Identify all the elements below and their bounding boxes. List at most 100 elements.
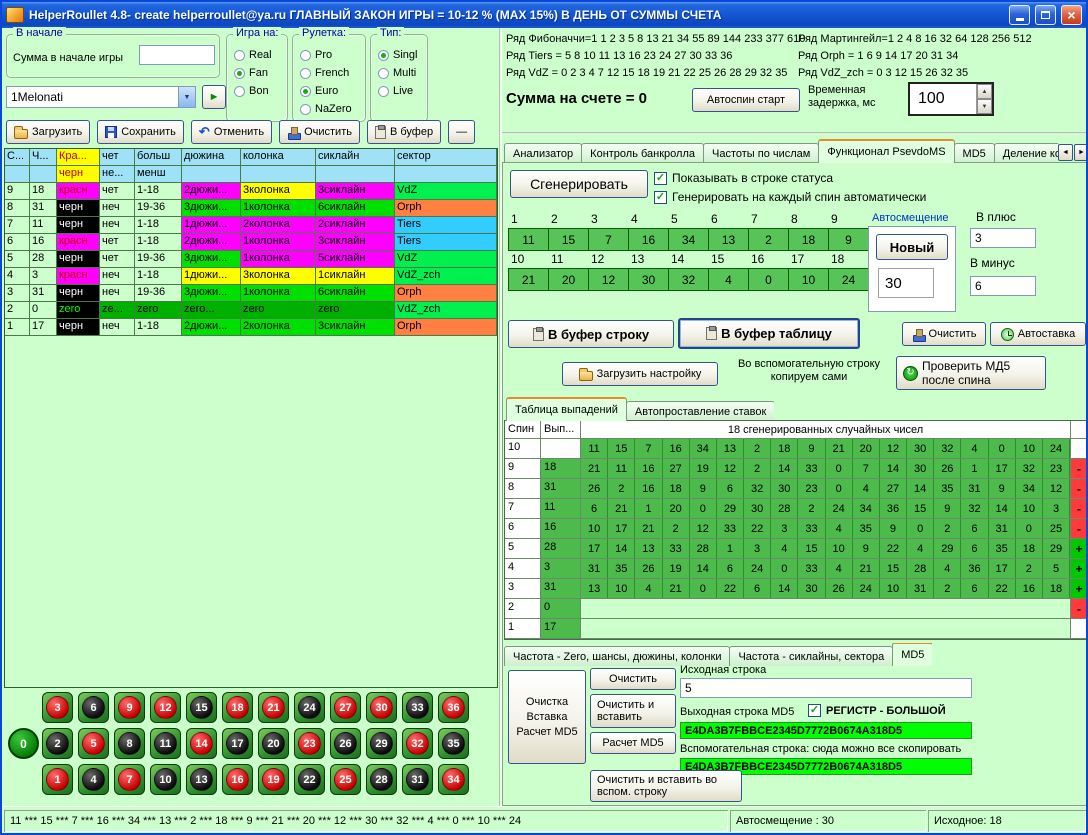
radio-option-nazero[interactable]: NaZero <box>300 102 365 116</box>
board-cell-12[interactable]: 12 <box>150 692 181 723</box>
board-cell-29[interactable]: 29 <box>366 728 397 759</box>
board-cell-34[interactable]: 34 <box>438 764 469 795</box>
board-cell-32[interactable]: 32 <box>402 728 433 759</box>
check-md5-after-spin-button[interactable]: Проверить МД5 после спина <box>896 356 1046 390</box>
board-cell-1[interactable]: 1 <box>42 764 73 795</box>
radio-option-multi[interactable]: Multi <box>378 66 427 80</box>
board-cell-31[interactable]: 31 <box>402 764 433 795</box>
uppercase-option[interactable]: РЕГИСТР - БОЛЬШОЙ <box>808 704 946 717</box>
board-cell-26[interactable]: 26 <box>330 728 361 759</box>
delay-value[interactable]: 100 <box>910 84 976 114</box>
radio-option-french[interactable]: French <box>300 66 365 80</box>
clear-generator-button[interactable]: Очистить <box>902 322 986 346</box>
board-cell-20[interactable]: 20 <box>258 728 289 759</box>
restore-button[interactable] <box>1035 5 1056 25</box>
board-cell-13[interactable]: 13 <box>186 764 217 795</box>
md5-clear-button[interactable]: Очистить <box>590 668 676 690</box>
tab-0[interactable]: Анализатор <box>504 143 582 163</box>
tab-4[interactable]: MD5 <box>954 143 995 163</box>
board-cell-6[interactable]: 6 <box>78 692 109 723</box>
tab-5[interactable]: Деление ко <box>994 143 1058 163</box>
md5-output-field[interactable]: E4DA3B7FBBCE2345D7772B0674A318D5 <box>680 722 972 739</box>
board-cell-10[interactable]: 10 <box>150 764 181 795</box>
board-cell-7[interactable]: 7 <box>114 764 145 795</box>
board-cell-4[interactable]: 4 <box>78 764 109 795</box>
board-cell-27[interactable]: 27 <box>330 692 361 723</box>
board-cell-36[interactable]: 36 <box>438 692 469 723</box>
checkbox-checked-icon[interactable] <box>808 704 821 717</box>
collapse-button[interactable]: — <box>448 120 475 144</box>
bottomtab-0[interactable]: Частота - Zero, шансы, дюжины, колонки <box>504 646 730 666</box>
subtab-1[interactable]: Автопроставление ставок <box>626 401 774 421</box>
board-cell-28[interactable]: 28 <box>366 764 397 795</box>
board-cell-9[interactable]: 9 <box>114 692 145 723</box>
tab-scroll-left-icon[interactable] <box>1058 144 1073 161</box>
spin-down-icon[interactable] <box>977 99 992 114</box>
radio-option-euro[interactable]: Euro <box>300 84 365 98</box>
spin-up-icon[interactable] <box>977 84 992 99</box>
md5-calc-button[interactable]: Расчет MD5 <box>590 732 676 754</box>
undo-button[interactable]: Отменить <box>191 120 272 144</box>
radio-option-live[interactable]: Live <box>378 84 427 98</box>
new-button[interactable]: Новый <box>876 234 948 260</box>
board-cell-5[interactable]: 5 <box>78 728 109 759</box>
start-button[interactable] <box>202 85 226 109</box>
plus-input[interactable] <box>970 228 1036 248</box>
board-cell-21[interactable]: 21 <box>258 692 289 723</box>
board-cell-19[interactable]: 19 <box>258 764 289 795</box>
bottomtab-1[interactable]: Частота - сиклайны, сектора <box>729 646 893 666</box>
minimize-button[interactable] <box>1009 5 1030 25</box>
subtab-0[interactable]: Таблица выпадений <box>506 397 627 421</box>
copy-table-to-clipboard-button[interactable]: В буфер таблицу <box>678 318 860 349</box>
board-cell-18[interactable]: 18 <box>222 692 253 723</box>
clear-button[interactable]: Очистить <box>279 120 360 144</box>
save-button[interactable]: Сохранить <box>97 120 184 144</box>
autobet-button[interactable]: Автоставка <box>990 322 1086 346</box>
md5-clear-paste-aux-button[interactable]: Очистить и вставить во вспом. строку <box>590 770 742 802</box>
tab-scroll-right-icon[interactable] <box>1074 144 1088 161</box>
buffer-button[interactable]: В буфер <box>367 120 441 144</box>
autoshift-value[interactable]: 30 <box>878 268 934 298</box>
board-cell-25[interactable]: 25 <box>330 764 361 795</box>
autogenerate-option[interactable]: Генерировать на каждый спин автоматическ… <box>654 190 926 204</box>
radio-option-real[interactable]: Real <box>234 48 287 62</box>
load-button[interactable]: Загрузить <box>6 120 90 144</box>
minus-input[interactable] <box>970 276 1036 296</box>
board-cell-35[interactable]: 35 <box>438 728 469 759</box>
radio-option-singl[interactable]: Singl <box>378 48 427 62</box>
board-cell-zero[interactable]: 0 <box>8 728 39 759</box>
md5-clear-paste-button[interactable]: Очистить и вставить <box>590 694 676 728</box>
md5-combo-button[interactable]: ОчисткаВставкаРасчет MD5 <box>508 670 586 764</box>
start-sum-input[interactable] <box>139 45 215 65</box>
preset-combobox[interactable]: 1Melonati <box>6 86 196 108</box>
board-cell-8[interactable]: 8 <box>114 728 145 759</box>
board-cell-16[interactable]: 16 <box>222 764 253 795</box>
board-cell-17[interactable]: 17 <box>222 728 253 759</box>
copy-row-to-clipboard-button[interactable]: В буфер строку <box>508 320 674 348</box>
board-cell-24[interactable]: 24 <box>294 692 325 723</box>
generate-button[interactable]: Сгенерировать <box>510 170 648 198</box>
board-cell-22[interactable]: 22 <box>294 764 325 795</box>
board-cell-14[interactable]: 14 <box>186 728 217 759</box>
board-cell-33[interactable]: 33 <box>402 692 433 723</box>
source-string-input[interactable] <box>680 678 972 698</box>
checkbox-checked-icon[interactable] <box>654 191 667 204</box>
radio-option-pro[interactable]: Pro <box>300 48 365 62</box>
board-cell-2[interactable]: 2 <box>42 728 73 759</box>
show-in-statusbar-option[interactable]: Показывать в строке статуса <box>654 171 833 185</box>
radio-option-bon[interactable]: Bon <box>234 84 287 98</box>
board-cell-30[interactable]: 30 <box>366 692 397 723</box>
chevron-down-icon[interactable] <box>178 87 195 107</box>
board-cell-23[interactable]: 23 <box>294 728 325 759</box>
board-cell-15[interactable]: 15 <box>186 692 217 723</box>
tab-2[interactable]: Частоты по числам <box>703 143 819 163</box>
board-cell-3[interactable]: 3 <box>42 692 73 723</box>
tab-3[interactable]: Функционал PsevdoMS <box>818 139 954 163</box>
close-button[interactable] <box>1061 5 1082 25</box>
board-cell-11[interactable]: 11 <box>150 728 181 759</box>
bottomtab-2[interactable]: MD5 <box>892 643 932 666</box>
radio-option-fan[interactable]: Fan <box>234 66 287 80</box>
autospin-start-button[interactable]: Автоспин старт <box>692 88 800 112</box>
tab-1[interactable]: Контроль банкролла <box>581 143 704 163</box>
load-settings-button[interactable]: Загрузить настройку <box>562 362 718 386</box>
